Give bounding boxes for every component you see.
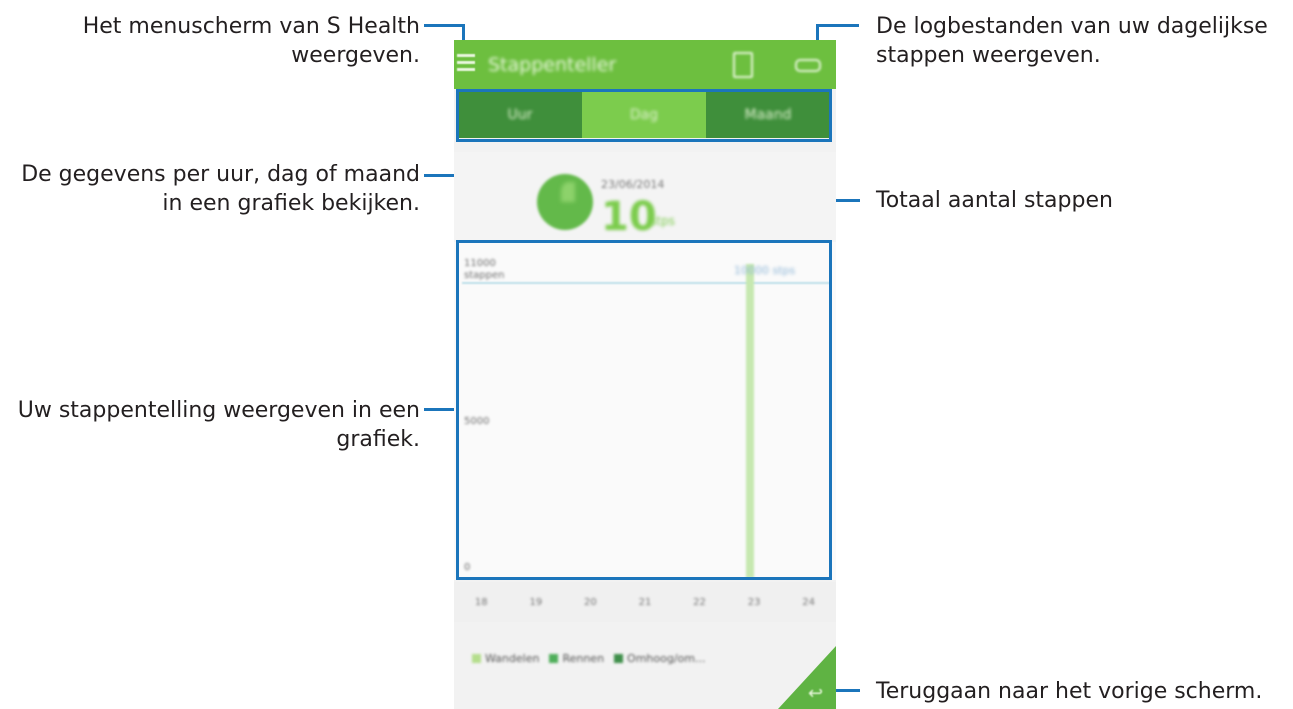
legend-wandelen: Wandelen xyxy=(472,652,539,665)
x-label: 22 xyxy=(693,596,706,608)
x-label: 23 xyxy=(747,596,761,608)
step-summary: 23/06/2014 10 stps xyxy=(454,152,836,242)
legend-label: Wandelen xyxy=(485,652,540,665)
legend-omhoog: Omhoog/om... xyxy=(614,652,705,665)
callout-tabs: De gegevens per uur, dag of maand in een… xyxy=(21,162,420,216)
highlight-chart xyxy=(456,240,832,580)
log-icon[interactable] xyxy=(733,52,753,78)
x-label: 20 xyxy=(584,596,597,608)
callout-logs: De logbestanden van uw dagelijkse stappe… xyxy=(876,14,1268,68)
callout-total: Totaal aantal stappen xyxy=(876,188,1113,213)
legend-label: Rennen xyxy=(562,652,605,665)
steps-unit: stps xyxy=(650,214,675,228)
hamburger-icon[interactable] xyxy=(457,54,475,72)
chart-legend: Wandelen Rennen Omhoog/om... xyxy=(472,652,705,665)
legend-swatch xyxy=(472,654,481,663)
highlight-tabs xyxy=(456,89,832,142)
x-label: 19 xyxy=(529,596,543,608)
x-label: 21 xyxy=(638,596,652,608)
x-label: 24 xyxy=(802,596,816,608)
callout-back: Teruggaan naar het vorige scherm. xyxy=(876,679,1263,704)
summary-date: 23/06/2014 xyxy=(601,178,665,191)
app-bar: Stappenteller xyxy=(454,40,836,89)
app-title: Stappenteller xyxy=(488,54,617,76)
more-icon[interactable] xyxy=(795,59,821,72)
leader-logs-h xyxy=(816,24,859,27)
back-arrow-icon[interactable]: ↩ xyxy=(808,683,823,704)
total-steps: 10 xyxy=(601,194,657,240)
legend-swatch xyxy=(549,654,559,663)
callout-menu: Het menuscherm van S Health weergeven. xyxy=(82,14,420,68)
legend-rennen: Rennen xyxy=(549,652,604,665)
back-button[interactable] xyxy=(778,646,836,709)
progress-donut-segment xyxy=(561,182,575,202)
x-label: 18 xyxy=(474,596,488,608)
leader-menu-h xyxy=(424,24,465,27)
legend-label: Omhoog/om... xyxy=(627,652,706,665)
callout-graph: Uw stappentelling weergeven in een grafi… xyxy=(17,398,420,452)
legend-swatch xyxy=(614,654,624,663)
x-axis: 18 19 20 21 22 23 24 xyxy=(454,582,836,622)
